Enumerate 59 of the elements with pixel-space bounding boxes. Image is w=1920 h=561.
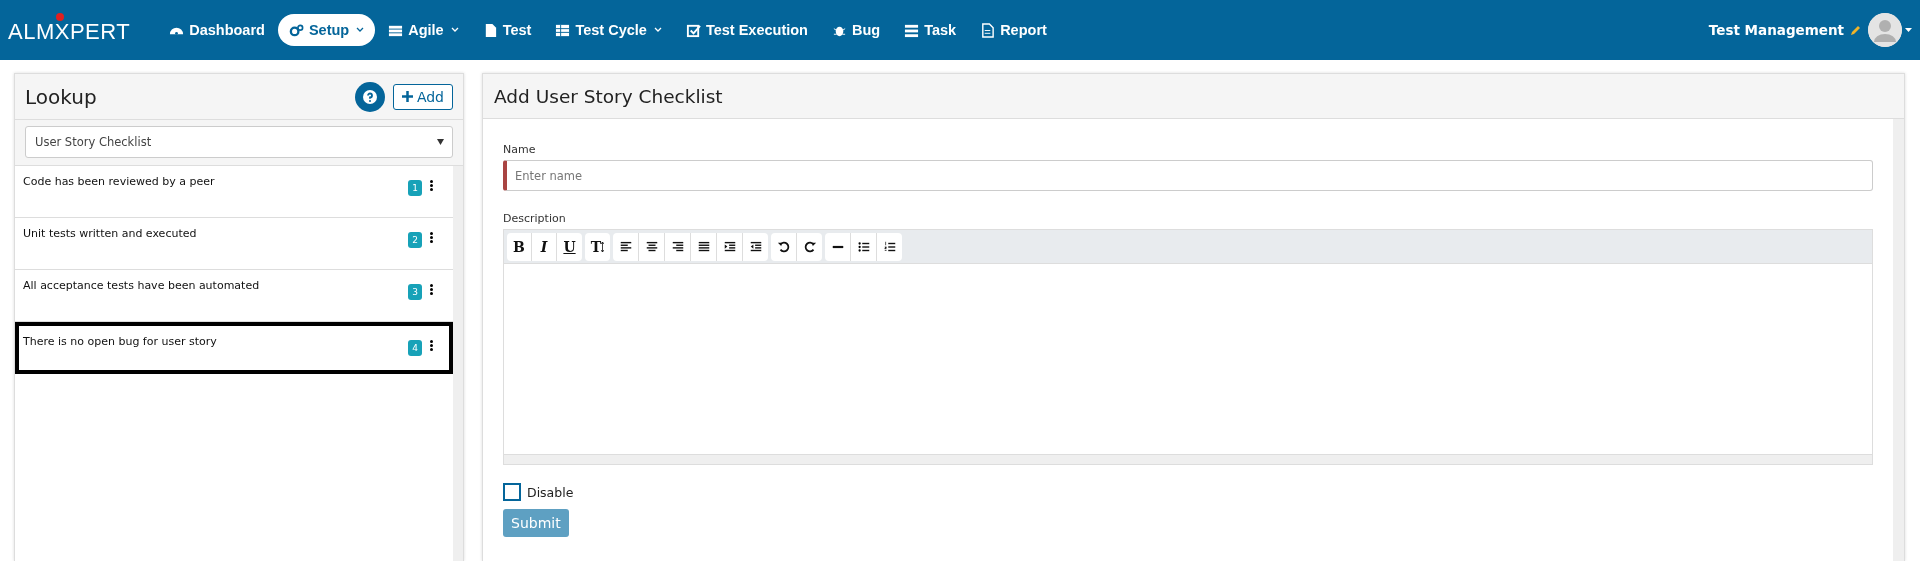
arrows-icon (601, 242, 605, 252)
field-label: Description (503, 212, 566, 225)
checkbox-label: Disable (527, 484, 574, 500)
avatar-icon[interactable] (1868, 13, 1902, 47)
nav-item[interactable]: Agile (377, 14, 470, 46)
order-badge: 3 (408, 284, 422, 300)
nav-item[interactable]: Report (969, 14, 1058, 46)
checklist-item[interactable]: Unit tests written and executed 2 (15, 218, 453, 270)
redo-icon (802, 240, 817, 254)
name-input[interactable]: Enter name (503, 160, 1873, 191)
nav-item[interactable]: Dashboard (158, 14, 276, 46)
format-button[interactable]: U (557, 233, 582, 261)
outdent-icon (748, 240, 763, 254)
bars-icon (904, 22, 920, 38)
plus-icon (401, 91, 413, 102)
align-left-icon (618, 240, 633, 254)
justify-icon (696, 240, 711, 254)
panel-title: Add User Story Checklist (494, 85, 723, 107)
order-badge: 2 (408, 232, 422, 248)
more-icon[interactable] (430, 284, 433, 295)
align-center-icon (644, 240, 659, 254)
panel-title: Lookup (25, 84, 98, 109)
checklist-item[interactable]: There is no open bug for user story 4 (15, 322, 453, 374)
field-label: Name (503, 143, 536, 156)
caret-icon[interactable] (1905, 27, 1912, 33)
undo-icon (776, 240, 791, 254)
checklist-item[interactable]: All acceptance tests have been automated 3 (15, 270, 453, 322)
help-icon[interactable] (354, 81, 385, 112)
order-badge: 4 (408, 340, 422, 356)
nav-item[interactable]: Test Execution (674, 14, 819, 46)
document-icon (980, 22, 996, 38)
user-name[interactable]: Test Management (1708, 22, 1844, 38)
format-button[interactable]: B (507, 233, 532, 261)
checklist-item[interactable]: Code has been reviewed by a peer 1 (15, 166, 453, 218)
add-button[interactable]: Add (392, 83, 453, 110)
scrollbar[interactable] (453, 166, 463, 561)
indent-icon (722, 240, 737, 254)
nav-item[interactable]: Setup (277, 14, 376, 46)
disable-checkbox[interactable] (503, 483, 521, 501)
table-icon (555, 22, 571, 38)
more-icon[interactable] (430, 340, 433, 351)
pencil-icon[interactable] (1850, 24, 1862, 36)
dropdown-arrow-icon (437, 139, 444, 145)
nav-item[interactable]: Test Cycle (544, 14, 673, 46)
text-size-button[interactable]: T (585, 233, 610, 261)
nav-item[interactable]: Test (471, 14, 543, 46)
align-right-icon (670, 240, 685, 254)
logo[interactable]: ALMXPERT (8, 15, 131, 45)
nav-item[interactable]: Task (893, 14, 968, 46)
checkbox-icon (685, 22, 701, 38)
lookup-dropdown[interactable]: User Story Checklist (25, 126, 453, 158)
nav-item[interactable]: Bug (820, 14, 892, 46)
order-badge: 1 (408, 180, 422, 196)
format-button[interactable]: I (532, 233, 557, 261)
bullets-icon (856, 240, 871, 254)
more-icon[interactable] (430, 180, 433, 191)
numbers-icon (882, 240, 897, 254)
more-icon[interactable] (430, 232, 433, 243)
scrollbar[interactable] (1893, 119, 1904, 561)
